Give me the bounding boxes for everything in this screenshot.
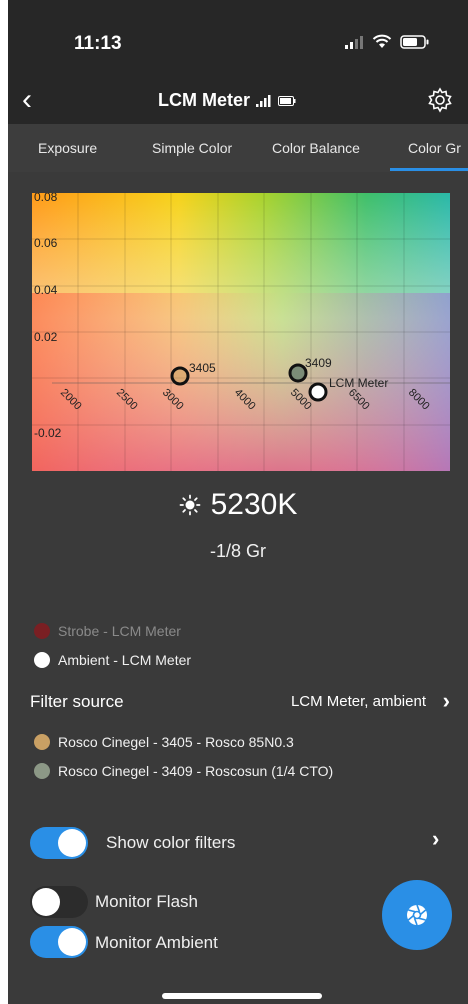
app-screen: 11:13 ‹ LCM Meter Exposure Simple Color …: [8, 0, 468, 1004]
filter-point-3409[interactable]: [288, 363, 308, 383]
nav-title-group: LCM Meter: [158, 90, 296, 111]
y-tick-label: 0.04: [34, 283, 58, 297]
temperature-readout: 5230K: [8, 488, 468, 522]
battery-icon: [400, 34, 429, 49]
chevron-right-icon: ›: [442, 688, 450, 713]
color-graph-chart[interactable]: 0.08 0.06 0.04 0.02 -0.02 2000 2500 3000…: [32, 190, 450, 471]
filter-source-value: LCM Meter, ambient: [290, 693, 426, 710]
y-tick-label: 0.02: [34, 330, 58, 344]
status-bar: 11:13: [8, 0, 468, 80]
back-chevron-icon[interactable]: ‹: [22, 82, 32, 118]
legend-item-strobe: Strobe - LCM Meter: [34, 623, 181, 639]
tint-value: -1/8 Gr: [209, 541, 266, 561]
color-graph-svg: 0.08 0.06 0.04 0.02 -0.02 2000 2500 3000…: [32, 190, 450, 471]
legend-label: Strobe - LCM Meter: [58, 623, 181, 639]
monitor-flash-toggle[interactable]: [30, 886, 88, 918]
monitor-ambient-toggle[interactable]: [30, 926, 88, 958]
status-time: 11:13: [74, 33, 122, 54]
point-label: 3409: [305, 356, 332, 370]
status-icons: [344, 34, 430, 49]
filter-item-3409: Rosco Cinegel - 3409 - Roscosun (1/4 CTO…: [34, 763, 333, 779]
legend-item-ambient: Ambient - LCM Meter: [34, 652, 191, 668]
legend-dot: [34, 623, 50, 639]
monitor-flash-label: Monitor Flash: [95, 892, 198, 911]
tab-color-graph[interactable]: Color Gr: [408, 140, 461, 156]
legend-label: Ambient - LCM Meter: [58, 652, 192, 668]
mode-tab-bar: Exposure Simple Color Color Balance Colo…: [8, 124, 468, 172]
settings-gear-icon[interactable]: [426, 86, 454, 119]
measure-button[interactable]: [382, 880, 452, 950]
y-tick-label: 0.08: [34, 193, 58, 204]
home-indicator: [162, 993, 322, 999]
tab-exposure[interactable]: Exposure: [38, 140, 97, 156]
cellular-signal-icon: [345, 35, 363, 49]
nav-bar: ‹ LCM Meter: [8, 80, 468, 124]
y-tick-label: -0.02: [34, 426, 62, 440]
monitor-ambient-label: Monitor Ambient: [95, 933, 218, 952]
filter-label: Rosco Cinegel - 3409 - Roscosun (1/4 CTO…: [58, 763, 334, 779]
filter-color-dot: [34, 734, 50, 750]
sun-icon: [179, 494, 201, 516]
active-tab-indicator: [390, 168, 468, 171]
aperture-icon: [407, 904, 427, 926]
y-tick-label: 0.06: [34, 236, 58, 250]
filter-color-dot: [34, 763, 50, 779]
tab-simple-color[interactable]: Simple Color: [152, 140, 232, 156]
signal-strength-icon: [256, 94, 271, 107]
filter-item-3405: Rosco Cinegel - 3405 - Rosco 85N0.3: [34, 734, 294, 750]
wifi-icon: [372, 34, 392, 48]
point-label: LCM Meter: [329, 376, 388, 390]
page-title: LCM Meter: [158, 90, 251, 110]
device-battery-icon: [278, 95, 296, 106]
point-label: 3405: [189, 361, 216, 375]
filter-source-row[interactable]: Filter source LCM Meter, ambient ›: [30, 688, 450, 716]
show-color-filters-toggle[interactable]: [30, 827, 88, 859]
tab-color-balance[interactable]: Color Balance: [272, 140, 360, 156]
measurement-point-lcm-meter[interactable]: [308, 382, 328, 402]
color-temperature-value: 5230K: [210, 488, 298, 521]
filter-point-3405[interactable]: [170, 366, 190, 386]
show-color-filters-chevron-icon[interactable]: ›: [432, 826, 468, 852]
filter-label: Rosco Cinegel - 3405 - Rosco 85N0.3: [58, 734, 294, 750]
legend-dot: [34, 652, 50, 668]
show-color-filters-label: Show color filters: [106, 833, 236, 852]
filter-source-label: Filter source: [30, 692, 124, 711]
